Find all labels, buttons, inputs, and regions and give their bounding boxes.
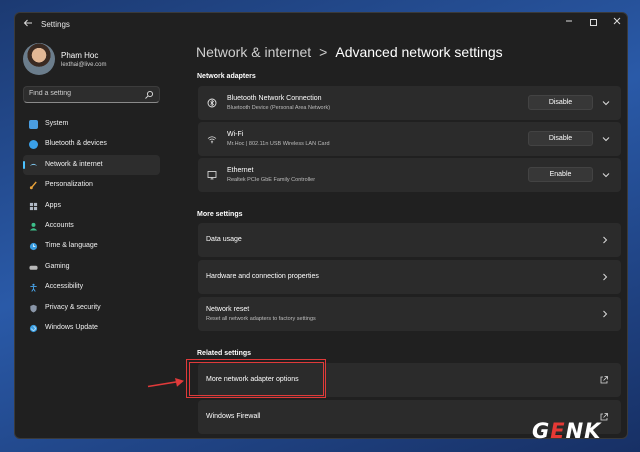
setting-hardware-properties[interactable]: Hardware and connection properties (198, 260, 621, 294)
disable-button[interactable]: Disable (528, 95, 593, 110)
brush-icon (29, 181, 37, 190)
shield-icon (30, 304, 37, 312)
sidebar-item-network[interactable]: Network & internet (23, 154, 160, 175)
sidebar-item-accounts[interactable]: Accounts (23, 216, 160, 236)
apps-icon (29, 202, 38, 210)
sidebar-nav: System Bluetooth & devices Network & int… (23, 114, 160, 338)
sidebar-item-gaming[interactable]: Gaming (23, 257, 160, 277)
back-arrow-icon[interactable] (21, 18, 35, 32)
adapter-name: Bluetooth Network Connection (227, 95, 322, 102)
search-box[interactable] (23, 86, 160, 103)
adapter-name: Wi-Fi (227, 131, 244, 138)
adapter-name: Ethernet (227, 167, 254, 174)
setting-data-usage[interactable]: Data usage (198, 223, 621, 257)
genk-watermark-logo: GENK (524, 419, 626, 445)
sidebar-item-label: Privacy & security (45, 303, 101, 311)
search-icon[interactable] (144, 90, 154, 100)
adapter-card-ethernet[interactable]: Ethernet Realtek PCIe GbE Family Control… (198, 158, 621, 192)
close-button[interactable] (607, 16, 627, 32)
gaming-icon (29, 265, 38, 270)
setting-title: Network reset (206, 306, 250, 313)
red-arrow-icon (147, 378, 184, 388)
user-email: lexthai@live.com (61, 62, 107, 68)
external-link-icon (600, 376, 608, 384)
wifi-icon (29, 163, 38, 166)
wifi-icon (207, 136, 217, 144)
chevron-down-icon[interactable] (601, 134, 611, 144)
setting-description: Reset all network adapters to factory se… (206, 316, 316, 322)
sidebar-item-bluetooth[interactable]: Bluetooth & devices (23, 134, 160, 154)
sidebar-item-label: Bluetooth & devices (45, 140, 107, 148)
sidebar-item-time-language[interactable]: Time & language (23, 236, 160, 256)
title-bar: Settings (15, 13, 627, 37)
sidebar-item-label: Time & language (45, 242, 98, 250)
maximize-button[interactable] (583, 16, 603, 32)
bluetooth-network-icon (207, 98, 217, 108)
disable-button[interactable]: Disable (528, 131, 593, 146)
sidebar-item-system[interactable]: System (23, 114, 160, 134)
setting-title: Data usage (206, 236, 242, 243)
sidebar-item-windows-update[interactable]: Windows Update (23, 318, 160, 338)
accounts-icon (29, 222, 38, 231)
chevron-down-icon[interactable] (601, 98, 611, 108)
sidebar-item-privacy[interactable]: Privacy & security (23, 298, 160, 318)
sidebar-item-label: Apps (45, 201, 61, 209)
sidebar-item-label: Accounts (45, 221, 74, 229)
breadcrumb-separator: > (319, 44, 328, 60)
adapter-description: Realtek PCIe GbE Family Controller (227, 177, 316, 183)
breadcrumb-parent[interactable]: Network & internet (196, 44, 311, 60)
watermark-text: GENK (532, 419, 602, 443)
system-icon (29, 120, 38, 129)
sidebar-item-label: Accessibility (45, 283, 84, 291)
setting-network-reset[interactable]: Network reset Reset all network adapters… (198, 297, 621, 331)
sidebar-item-label: Windows Update (45, 323, 98, 331)
accessibility-icon (30, 283, 37, 292)
enable-button[interactable]: Enable (528, 167, 593, 182)
setting-title: Hardware and connection properties (206, 273, 319, 280)
maximize-icon (589, 19, 597, 26)
highlight-box (186, 359, 326, 398)
chevron-right-icon (603, 236, 608, 244)
avatar (23, 43, 55, 75)
setting-title: Windows Firewall (206, 413, 261, 420)
sidebar-item-label: Gaming (45, 262, 70, 270)
adapter-card-wifi[interactable]: Wi-Fi Mr.Hoc | 802.11n USB Wireless LAN … (198, 122, 621, 156)
globe-clock-icon (29, 243, 38, 251)
chevron-right-icon (603, 310, 608, 318)
sidebar-item-apps[interactable]: Apps (23, 196, 160, 216)
page-title: Advanced network settings (335, 44, 503, 60)
adapter-description: Bluetooth Device (Personal Area Network) (227, 105, 331, 111)
sidebar-item-personalization[interactable]: Personalization (23, 175, 160, 195)
search-input[interactable] (29, 90, 139, 97)
sidebar-item-accessibility[interactable]: Accessibility (23, 277, 160, 297)
update-icon (29, 324, 38, 333)
adapter-card-bluetooth[interactable]: Bluetooth Network Connection Bluetooth D… (198, 86, 621, 120)
chevron-right-icon (603, 273, 608, 281)
breadcrumb: Network & internet > Advanced network sett… (196, 44, 503, 60)
section-title-related-settings: Related settings (197, 350, 252, 357)
chevron-down-icon[interactable] (601, 170, 611, 180)
minimize-button[interactable] (559, 16, 579, 32)
adapter-description: Mr.Hoc | 802.11n USB Wireless LAN Card (227, 141, 330, 147)
settings-window: Settings Pham Hoc lexthai@live.com Syste… (14, 12, 628, 439)
section-title-adapters: Network adapters (197, 73, 256, 80)
ethernet-icon (207, 171, 217, 180)
app-title: Settings (41, 20, 70, 29)
user-name: Pham Hoc (61, 51, 99, 60)
bluetooth-icon (29, 140, 38, 150)
sidebar-item-label: Personalization (45, 181, 93, 189)
sidebar-item-label: System (45, 120, 69, 127)
section-title-more-settings: More settings (197, 211, 243, 218)
sidebar-item-label: Network & internet (45, 160, 103, 168)
